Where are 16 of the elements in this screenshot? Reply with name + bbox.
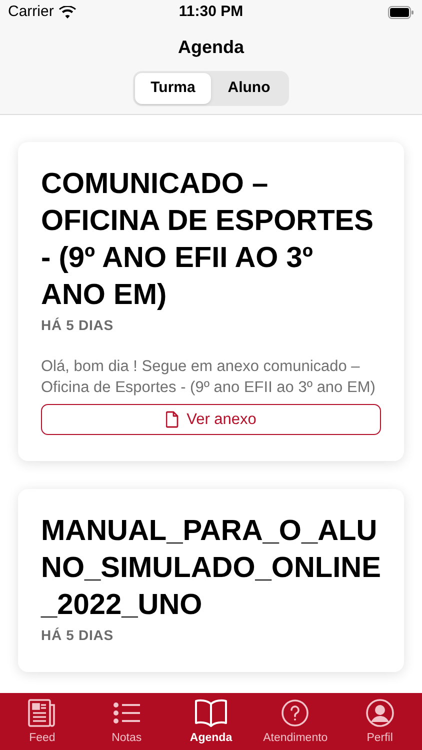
tab-bar-item[interactable]: Atendimento — [253, 693, 338, 750]
post-title: MANUAL_PARA_O_ALUNO_SIMULADO_ONLINE_2022_UNO — [41, 514, 381, 623]
segment-tab[interactable]: Aluno — [211, 73, 287, 104]
post-body: Olá, bom dia ! Segue em anexo comunicado – Oficina de Esportes - (9º ano EFII ao 3º ano EM) — [41, 357, 376, 398]
tab-bar-item[interactable]: Perfil — [338, 693, 422, 750]
tab-bar-item[interactable]: Notas — [84, 693, 169, 750]
post-age: HÁ 5 DIAS — [41, 626, 114, 645]
post-age: HÁ 5 DIAS — [41, 316, 114, 335]
status-time: 11:30 PM — [178, 2, 244, 22]
attachment-button[interactable]: Ver anexo — [41, 404, 381, 435]
post-title: COMUNICADO – OFICINA DE ESPORTES - (9º ANO EFII AO 3º ANO EM) — [41, 167, 374, 313]
tab-bar-item[interactable]: Agenda — [168, 693, 254, 750]
segment-tab[interactable]: Turma — [135, 73, 211, 104]
carrier-label: Carrier — [8, 2, 54, 22]
screen-title: Agenda — [178, 36, 244, 59]
tab-bar-item[interactable]: Feed — [0, 693, 84, 750]
